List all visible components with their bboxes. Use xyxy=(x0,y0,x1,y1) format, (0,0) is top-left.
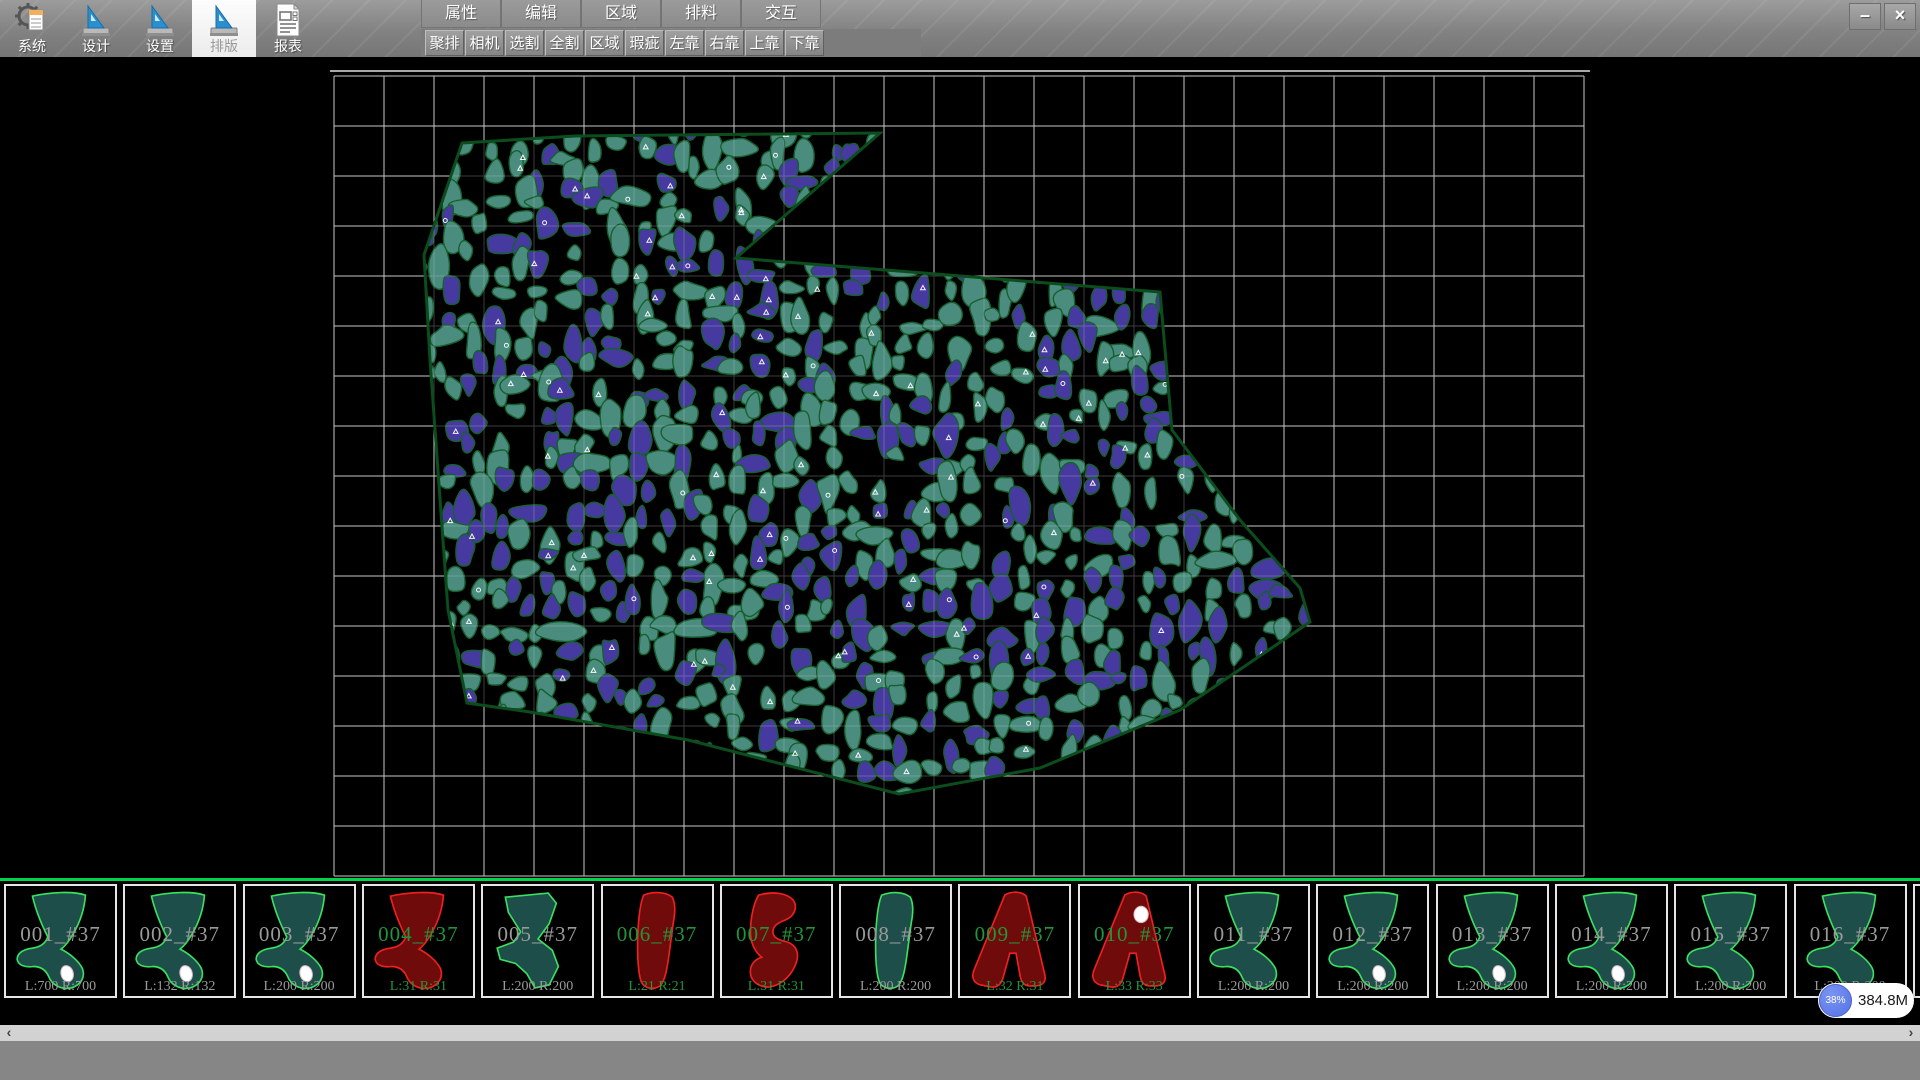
toolbar-button-设计[interactable]: 设计 xyxy=(64,0,128,57)
strip-top-border xyxy=(0,878,1920,881)
nest-drawing xyxy=(0,57,1920,878)
piece-thumbnail-004_#37[interactable]: 004_#37L:31 R:31 xyxy=(362,884,475,998)
piece-thumbnail-016_#37[interactable]: 016_#37L:200 R:200 xyxy=(1794,884,1907,998)
action-button-瑕疵[interactable]: 瑕疵 xyxy=(625,30,664,56)
toolbar-button-label: 系统 xyxy=(18,38,46,54)
toolbar: 系统设计设置排版报表 属性编辑区域排料交互 聚排相机选割全割区域瑕疵左靠右靠上靠… xyxy=(0,0,1920,58)
action-button-相机[interactable]: 相机 xyxy=(465,30,504,56)
piece-thumbnail-014_#37[interactable]: 014_#37L:200 R:200 xyxy=(1555,884,1668,998)
piece-thumbnail-007_#37[interactable]: 007_#37L:31 R:31 xyxy=(720,884,833,998)
piece-thumbnail-010_#37[interactable]: 010_#37L:33 R:33 xyxy=(1078,884,1191,998)
piece-thumbnail-005_#37[interactable]: 005_#37L:200 R:200 xyxy=(481,884,594,998)
piece-thumbnail-006_#37[interactable]: 006_#37L:21 R:21 xyxy=(601,884,714,998)
close-button[interactable]: × xyxy=(1884,3,1916,30)
piece-thumbnail-012_#37[interactable]: 012_#37L:200 R:200 xyxy=(1316,884,1429,998)
piece-thumbnail-partial[interactable]: L: xyxy=(1913,884,1920,998)
action-button-右靠[interactable]: 右靠 xyxy=(705,30,744,56)
set-square-icon xyxy=(143,2,177,38)
toolbar-button-label: 设置 xyxy=(146,38,174,54)
toolbar-button-排版[interactable]: 排版 xyxy=(192,0,256,57)
action-button-上靠[interactable]: 上靠 xyxy=(745,30,784,56)
piece-thumbnail-011_#37[interactable]: 011_#37L:200 R:200 xyxy=(1197,884,1310,998)
piece-thumbnail-003_#37[interactable]: 003_#37L:200 R:200 xyxy=(243,884,356,998)
action-button-row: 聚排相机选割全割区域瑕疵左靠右靠上靠下靠 xyxy=(421,29,921,57)
action-button-区域[interactable]: 区域 xyxy=(585,30,624,56)
menu-tab-交互[interactable]: 交互 xyxy=(741,0,821,28)
nesting-canvas[interactable] xyxy=(0,57,1920,878)
action-button-下靠[interactable]: 下靠 xyxy=(785,30,824,56)
set-square-icon xyxy=(79,2,113,38)
menu-tab-区域[interactable]: 区域 xyxy=(581,0,661,28)
piece-thumbnail-001_#37[interactable]: 001_#37L:700 R:700 xyxy=(4,884,117,998)
menu-tab-属性[interactable]: 属性 xyxy=(421,0,501,28)
minimize-button[interactable]: – xyxy=(1849,3,1881,30)
toolbar-button-设置[interactable]: 设置 xyxy=(128,0,192,57)
window-controls: – × xyxy=(1849,3,1916,30)
app-window: 系统设计设置排版报表 属性编辑区域排料交互 聚排相机选割全割区域瑕疵左靠右靠上靠… xyxy=(0,0,1920,1080)
action-button-选割[interactable]: 选割 xyxy=(505,30,544,56)
action-button-全割[interactable]: 全割 xyxy=(545,30,584,56)
menu-tab-编辑[interactable]: 编辑 xyxy=(501,0,581,28)
piece-thumbnail-002_#37[interactable]: 002_#37L:132 R:132 xyxy=(123,884,236,998)
toolbar-button-系统[interactable]: 系统 xyxy=(0,0,64,57)
toolbar-button-label: 排版 xyxy=(210,38,238,54)
piece-thumbnail-015_#37[interactable]: 015_#37L:200 R:200 xyxy=(1674,884,1787,998)
progress-badge: 38% 384.8M xyxy=(1818,983,1914,1018)
toolbar-button-报表[interactable]: 报表 xyxy=(256,0,320,57)
report-doc-icon xyxy=(271,2,305,38)
piece-thumbnail-008_#37[interactable]: 008_#37L:200 R:200 xyxy=(839,884,952,998)
gear-doc-icon xyxy=(15,2,49,38)
menu-tab-排料[interactable]: 排料 xyxy=(661,0,741,28)
memory-usage: 384.8M xyxy=(1858,983,1908,1018)
scroll-left-arrow-icon[interactable]: ‹ xyxy=(0,1025,18,1041)
scroll-right-arrow-icon[interactable]: › xyxy=(1902,1025,1920,1041)
horizontal-scrollbar[interactable]: ‹ › xyxy=(0,1025,1920,1041)
piece-thumbnail-strip: 001_#37L:700 R:700002_#37L:132 R:132003_… xyxy=(0,878,1920,1003)
action-button-聚排[interactable]: 聚排 xyxy=(425,30,464,56)
toolbar-button-label: 报表 xyxy=(274,38,302,54)
menu-tab-row: 属性编辑区域排料交互 xyxy=(421,0,821,29)
action-button-左靠[interactable]: 左靠 xyxy=(665,30,704,56)
status-bar xyxy=(0,1041,1920,1080)
set-square-icon xyxy=(207,2,241,38)
piece-thumbnail-013_#37[interactable]: 013_#37L:200 R:200 xyxy=(1436,884,1549,998)
progress-percent: 38% xyxy=(1819,984,1852,1017)
piece-thumbnail-009_#37[interactable]: 009_#37L:32 R:31 xyxy=(958,884,1071,998)
main-icon-bar: 系统 设计 设置 排版 报表 xyxy=(0,0,320,57)
toolbar-button-label: 设计 xyxy=(82,38,110,54)
